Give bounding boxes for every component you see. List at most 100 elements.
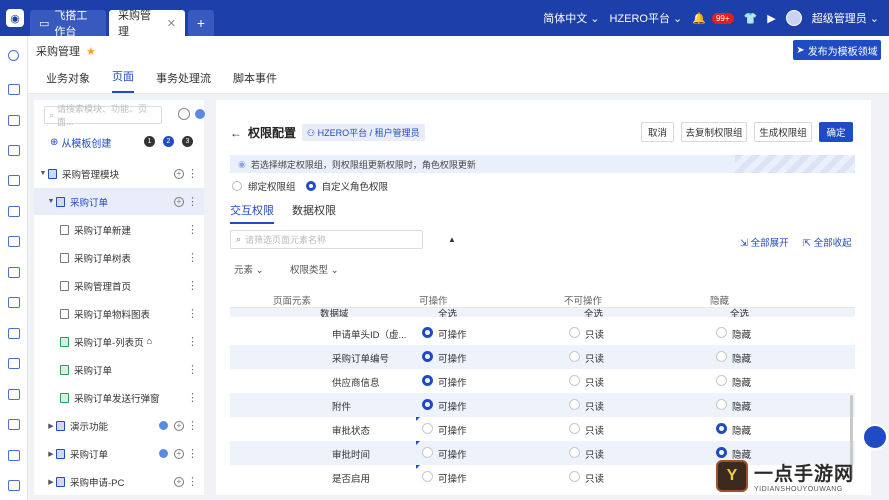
tree-item[interactable]: 采购订单发送行弹窗 ⋮ bbox=[34, 384, 204, 411]
rail-icon-4[interactable] bbox=[8, 175, 20, 186]
radio-readonly[interactable] bbox=[569, 423, 580, 434]
radio-hidden[interactable] bbox=[716, 375, 727, 386]
radio-operable[interactable] bbox=[422, 327, 433, 338]
avatar[interactable] bbox=[785, 10, 802, 26]
language-select[interactable]: 简体中文 ⌄ bbox=[543, 10, 599, 26]
radio-operable[interactable] bbox=[422, 399, 433, 410]
tab-interaction-permission[interactable]: 交互权限 bbox=[230, 202, 274, 224]
tree-item[interactable]: 采购订单新建 ⋮ bbox=[34, 216, 204, 243]
generate-permission-group-button[interactable]: 生成权限组 bbox=[754, 122, 812, 142]
more-icon[interactable]: ⋮ bbox=[187, 447, 198, 460]
tab-workbench[interactable]: ▭ 飞搭工作台 bbox=[30, 10, 106, 38]
collapse-all-button[interactable]: ⇱ 全部收起 bbox=[803, 235, 852, 249]
element-search-input[interactable]: ⌕ 请筛选页面元素名称 bbox=[230, 230, 423, 249]
star-icon[interactable]: ★ bbox=[86, 45, 96, 58]
radio-readonly[interactable] bbox=[569, 447, 580, 458]
radio-operable[interactable] bbox=[422, 351, 433, 362]
tab-script-events[interactable]: 脚本事件 bbox=[233, 70, 277, 93]
more-icon[interactable]: ⋮ bbox=[187, 419, 198, 432]
rail-icon-11[interactable] bbox=[8, 389, 20, 400]
search-icon[interactable] bbox=[8, 50, 19, 61]
rail-icon-6[interactable] bbox=[8, 236, 20, 247]
back-arrow-icon[interactable]: ← bbox=[230, 126, 242, 140]
caret-down-icon[interactable]: ▼ bbox=[46, 198, 56, 205]
create-from-template-link[interactable]: ⊕ 从模板创建 bbox=[50, 135, 111, 150]
radio-hidden[interactable] bbox=[716, 423, 727, 434]
more-icon[interactable]: ⋮ bbox=[187, 223, 198, 236]
rail-icon-10[interactable] bbox=[8, 358, 20, 369]
radio-hidden[interactable] bbox=[716, 327, 727, 338]
tree-item[interactable]: 采购订单-列表页 ⌂ ⋮ bbox=[34, 328, 204, 355]
add-icon[interactable]: + bbox=[174, 168, 184, 179]
tab-data-permission[interactable]: 数据权限 bbox=[292, 202, 336, 224]
rail-icon-7[interactable] bbox=[8, 267, 20, 278]
rail-icon-2[interactable] bbox=[8, 115, 20, 126]
tab-business-object[interactable]: 业务对象 bbox=[46, 70, 90, 93]
more-icon[interactable]: ⋮ bbox=[187, 167, 198, 180]
publish-template-button[interactable]: ➤ 发布为模板领域 bbox=[793, 40, 881, 60]
rail-icon-1[interactable] bbox=[8, 84, 20, 95]
caret-right-icon[interactable]: ▶ bbox=[46, 422, 56, 430]
radio-bind-group[interactable] bbox=[232, 181, 242, 191]
radio-hidden[interactable] bbox=[716, 351, 727, 362]
shirt-icon[interactable]: 👕 bbox=[744, 12, 758, 25]
radio-readonly[interactable] bbox=[569, 351, 580, 362]
copy-permission-group-button[interactable]: 去复制权限组 bbox=[681, 122, 747, 142]
tree-search-input[interactable]: ⌕ 请搜索模块、功能、页面... bbox=[44, 104, 162, 127]
radio-operable[interactable] bbox=[422, 375, 433, 386]
caret-right-icon[interactable]: ▶ bbox=[46, 478, 56, 486]
confirm-button[interactable]: 确定 bbox=[819, 122, 853, 142]
user-menu[interactable]: 超级管理员 ⌄ bbox=[812, 10, 879, 26]
expand-all-button[interactable]: ⇲ 全部展开 bbox=[740, 235, 789, 249]
collapse-arrow-icon[interactable]: ▲ bbox=[448, 235, 456, 244]
more-icon[interactable]: ⋮ bbox=[187, 335, 198, 348]
add-icon[interactable]: + bbox=[174, 476, 184, 487]
radio-operable[interactable] bbox=[422, 471, 433, 482]
more-icon[interactable]: ⋮ bbox=[187, 475, 198, 488]
more-icon[interactable]: ⋮ bbox=[187, 251, 198, 264]
tree-item[interactable]: 采购订单树表 ⋮ bbox=[34, 244, 204, 271]
add-icon[interactable]: + bbox=[174, 448, 184, 459]
close-icon[interactable]: ✕ bbox=[167, 17, 176, 30]
caret-right-icon[interactable]: ▶ bbox=[46, 450, 56, 458]
more-icon[interactable]: ⋮ bbox=[187, 391, 198, 404]
tree-item[interactable]: ▼ 采购订单 + ⋮ bbox=[34, 188, 204, 215]
rail-icon-12[interactable] bbox=[8, 419, 20, 430]
settings-icon[interactable] bbox=[195, 109, 205, 119]
tree-item[interactable]: 采购订单 ⋮ bbox=[34, 356, 204, 383]
tab-pages[interactable]: 页面 bbox=[112, 68, 134, 93]
more-icon[interactable]: ⋮ bbox=[187, 195, 198, 208]
add-tab-button[interactable]: + bbox=[188, 10, 214, 36]
chat-support-icon[interactable] bbox=[862, 424, 888, 450]
tree-item[interactable]: 采购管理首页 ⋮ bbox=[34, 272, 204, 299]
radio-readonly[interactable] bbox=[569, 471, 580, 482]
tree-item[interactable]: ▶ 演示功能 + ⋮ bbox=[34, 412, 204, 439]
tree-item[interactable]: ▶ 采购申请-PC + ⋮ bbox=[34, 468, 204, 495]
step-2[interactable]: 2 bbox=[163, 136, 174, 147]
rail-icon-13[interactable] bbox=[8, 450, 20, 461]
radio-custom-role[interactable] bbox=[305, 181, 316, 191]
rail-icon-9[interactable] bbox=[8, 328, 20, 339]
rail-icon-3[interactable] bbox=[8, 145, 20, 156]
more-icon[interactable]: ⋮ bbox=[187, 363, 198, 376]
more-icon[interactable]: ⋮ bbox=[187, 279, 198, 292]
more-icon[interactable]: ⋮ bbox=[187, 307, 198, 320]
platform-select[interactable]: HZERO平台 ⌄ bbox=[609, 10, 682, 26]
refresh-icon[interactable] bbox=[178, 108, 190, 120]
caret-down-icon[interactable]: ▼ bbox=[38, 170, 48, 177]
bell-icon[interactable]: 🔔 bbox=[692, 12, 706, 25]
add-icon[interactable]: + bbox=[174, 196, 184, 207]
rail-icon-14[interactable] bbox=[8, 480, 20, 491]
step-3[interactable]: 3 bbox=[182, 136, 193, 147]
element-filter[interactable]: 元素 ⌄ bbox=[234, 262, 264, 276]
radio-readonly[interactable] bbox=[569, 327, 580, 338]
play-circle-icon[interactable]: ▶ bbox=[767, 12, 775, 25]
add-icon[interactable]: + bbox=[174, 420, 184, 431]
rail-icon-5[interactable] bbox=[8, 206, 20, 217]
tab-workflow[interactable]: 事务处理流 bbox=[156, 70, 211, 93]
tree-item[interactable]: 采购订单物料图表 ⋮ bbox=[34, 300, 204, 327]
radio-readonly[interactable] bbox=[569, 375, 580, 386]
cancel-button[interactable]: 取消 bbox=[641, 122, 674, 142]
radio-operable[interactable] bbox=[422, 423, 433, 434]
radio-hidden[interactable] bbox=[716, 399, 727, 410]
